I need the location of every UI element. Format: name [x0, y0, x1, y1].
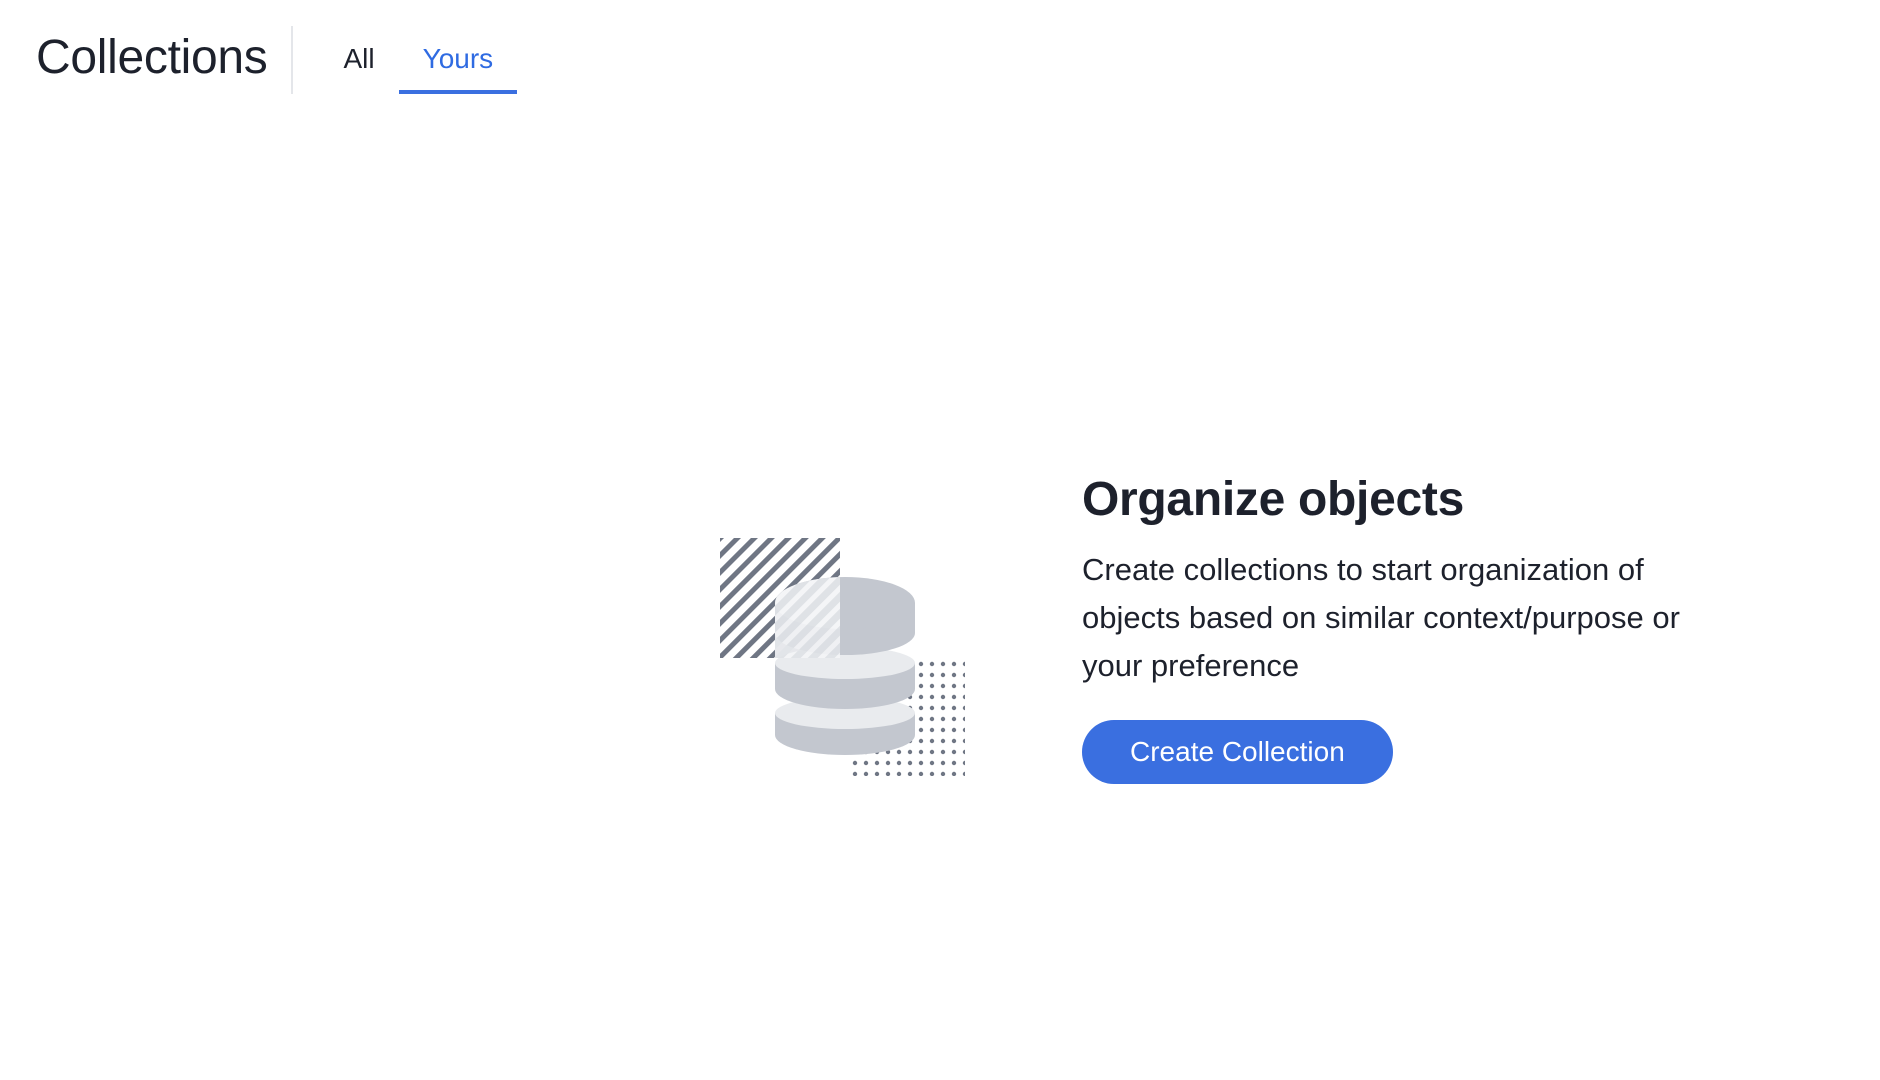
- empty-state-description: Create collections to start organization…: [1082, 552, 1680, 683]
- empty-state-heading: Organize objects: [1082, 473, 1464, 526]
- tab-all[interactable]: All: [319, 26, 398, 94]
- header-divider: [291, 26, 294, 94]
- page-title: Collections: [36, 31, 268, 84]
- collection-tabs: All Yours: [319, 26, 518, 94]
- page-header: Collections All Yours: [36, 26, 518, 96]
- empty-state-text: Organize objects Create collections to s…: [1082, 470, 1762, 784]
- tab-yours[interactable]: Yours: [398, 26, 518, 94]
- create-collection-button[interactable]: Create Collection: [1082, 720, 1393, 784]
- empty-state: Organize objects Create collections to s…: [720, 470, 1780, 784]
- database-stack-icon: [720, 538, 965, 776]
